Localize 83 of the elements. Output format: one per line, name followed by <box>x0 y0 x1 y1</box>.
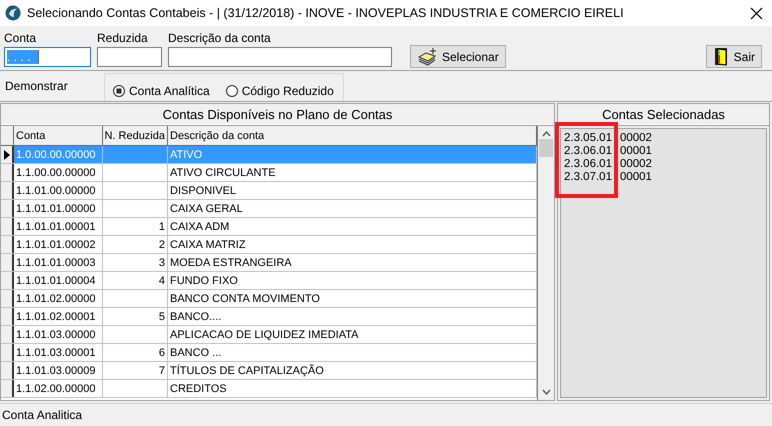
list-item[interactable]: 00002 <box>620 158 652 171</box>
table-cell: CAIXA MATRIZ <box>168 236 537 253</box>
table-row[interactable]: 1.1.01.02.00001 5 BANCO.... <box>1 308 537 326</box>
table-cell: ATIVO <box>168 146 537 163</box>
radio-button[interactable] <box>226 84 238 96</box>
table-cell: DISPONIVEL <box>168 182 537 199</box>
radio-label: Conta Analítica <box>129 84 210 98</box>
table-row[interactable]: 1.1.01.01.00004 4 FUNDO FIXO <box>1 272 537 290</box>
table-cell: 1.1.01.02.00000 <box>14 290 103 307</box>
table-row[interactable]: 1.1.01.01.00002 2 CAIXA MATRIZ <box>1 236 537 254</box>
table-cell: 1.1.02.00.00000 <box>14 380 103 397</box>
status-text: Conta Analitica <box>2 408 82 422</box>
column-header[interactable]: Conta <box>14 126 103 145</box>
radio-label: Código Reduzido <box>242 84 334 98</box>
app-logo-icon <box>5 5 21 21</box>
select-button[interactable]: Selecionar <box>410 45 506 68</box>
table-cell: 1.1.01.03.00001 <box>14 344 103 361</box>
table-cell: FUNDO FIXO <box>168 272 537 289</box>
table-cell: TÍTULOS DE CAPITALIZAÇÃO <box>168 362 537 379</box>
input-field[interactable] <box>168 47 392 67</box>
table-cell: 1.0.00.00.00000 <box>14 146 103 163</box>
table-row[interactable]: 1.1.01.00.00000 DISPONIVEL <box>1 182 537 200</box>
table-row[interactable]: 1.1.01.01.00003 3 MOEDA ESTRANGEIRA <box>1 254 537 272</box>
table-cell: BANCO.... <box>168 308 537 325</box>
list-item[interactable]: 00001 <box>620 145 652 158</box>
table-cell: 1.1.00.00.00000 <box>14 164 103 181</box>
table-cell: 1.1.01.01.00000 <box>14 200 103 217</box>
input-field[interactable] <box>97 47 162 67</box>
table-cell: 1.1.01.00.00000 <box>14 182 103 199</box>
table-cell: CAIXA ADM <box>168 218 537 235</box>
table-cell: 1.1.01.02.00001 <box>14 308 103 325</box>
table-row[interactable]: 1.1.02.00.00000 CREDITOS <box>1 380 537 398</box>
exit-button[interactable]: Sair <box>706 45 762 68</box>
table-cell: APLICACAO DE LIQUIDEZ IMEDIATA <box>168 326 537 343</box>
list-item[interactable]: 2.3.06.01 <box>564 158 612 171</box>
table-cell: MOEDA ESTRANGEIRA <box>168 254 537 271</box>
list-item[interactable]: 00002 <box>620 132 652 145</box>
table-cell <box>103 146 168 163</box>
table-cell: 4 <box>103 272 168 289</box>
table-cell: 1.1.01.01.00002 <box>14 236 103 253</box>
table-cell: 3 <box>103 254 168 271</box>
table-cell: BANCO ... <box>168 344 537 361</box>
table-cell: 1.1.01.03.00009 <box>14 362 103 379</box>
stack-icon <box>417 47 437 66</box>
scroll-up-icon[interactable] <box>542 131 550 137</box>
table-cell: 1.1.01.01.00001 <box>14 218 103 235</box>
table-cell: 5 <box>103 308 168 325</box>
scroll-thumb[interactable] <box>539 139 553 157</box>
scroll-down-icon[interactable] <box>542 389 550 395</box>
table-row[interactable]: 1.1.01.01.00000 CAIXA GERAL <box>1 200 537 218</box>
column-header[interactable]: Descrição da conta <box>168 126 537 145</box>
list-item[interactable]: 2.3.06.01 <box>564 145 612 158</box>
table-cell: 1.1.01.01.00004 <box>14 272 103 289</box>
table-cell: CREDITOS <box>168 380 537 397</box>
table-cell: 2 <box>103 236 168 253</box>
field-value: . . . . <box>7 50 40 64</box>
table-row[interactable]: 1.1.01.03.00000 APLICACAO DE LIQUIDEZ IMEDIATA <box>1 326 537 344</box>
row-pointer-icon <box>2 150 10 160</box>
table-cell: 1.1.01.03.00000 <box>14 326 103 343</box>
close-icon[interactable] <box>749 6 764 20</box>
list-item[interactable]: 00001 <box>620 171 652 184</box>
list-item[interactable]: 2.3.07.01 <box>564 171 612 184</box>
table-cell: BANCO CONTA MOVIMENTO <box>168 290 537 307</box>
window-title: Selecionando Contas Contabeis - | (31/12/2018) - INOVE - INOVEPLAS INDUSTRIA E COMERCIO EIRELI <box>27 6 625 20</box>
table-cell: CAIXA GERAL <box>168 200 537 217</box>
door-icon <box>712 47 729 66</box>
table-row[interactable]: 1.1.01.03.00009 7 TÍTULOS DE CAPITALIZAÇÃO <box>1 362 537 380</box>
table-cell: ATIVO CIRCULANTE <box>168 164 537 181</box>
table-row[interactable]: 1.1.00.00.00000 ATIVO CIRCULANTE <box>1 164 537 182</box>
list-item[interactable]: 2.3.05.01 <box>564 132 612 145</box>
table-cell: 7 <box>103 362 168 379</box>
field-label: Reduzida <box>97 31 149 45</box>
table-row[interactable]: 1.1.01.01.00001 1 CAIXA ADM <box>1 218 537 236</box>
table-cell: 1.1.01.01.00003 <box>14 254 103 271</box>
table-cell: 1 <box>103 218 168 235</box>
table-cell: 6 <box>103 344 168 361</box>
column-header[interactable]: N. Reduzida <box>103 126 168 145</box>
field-label: Conta <box>4 31 38 45</box>
table-row[interactable]: 1.1.01.03.00001 6 BANCO ... <box>1 344 537 362</box>
group-label: Demonstrar <box>5 79 69 95</box>
table-row[interactable]: 1.1.01.02.00000 BANCO CONTA MOVIMENTO <box>1 290 537 308</box>
field-label: Descrição da conta <box>168 31 272 45</box>
radio-button[interactable] <box>113 84 125 96</box>
